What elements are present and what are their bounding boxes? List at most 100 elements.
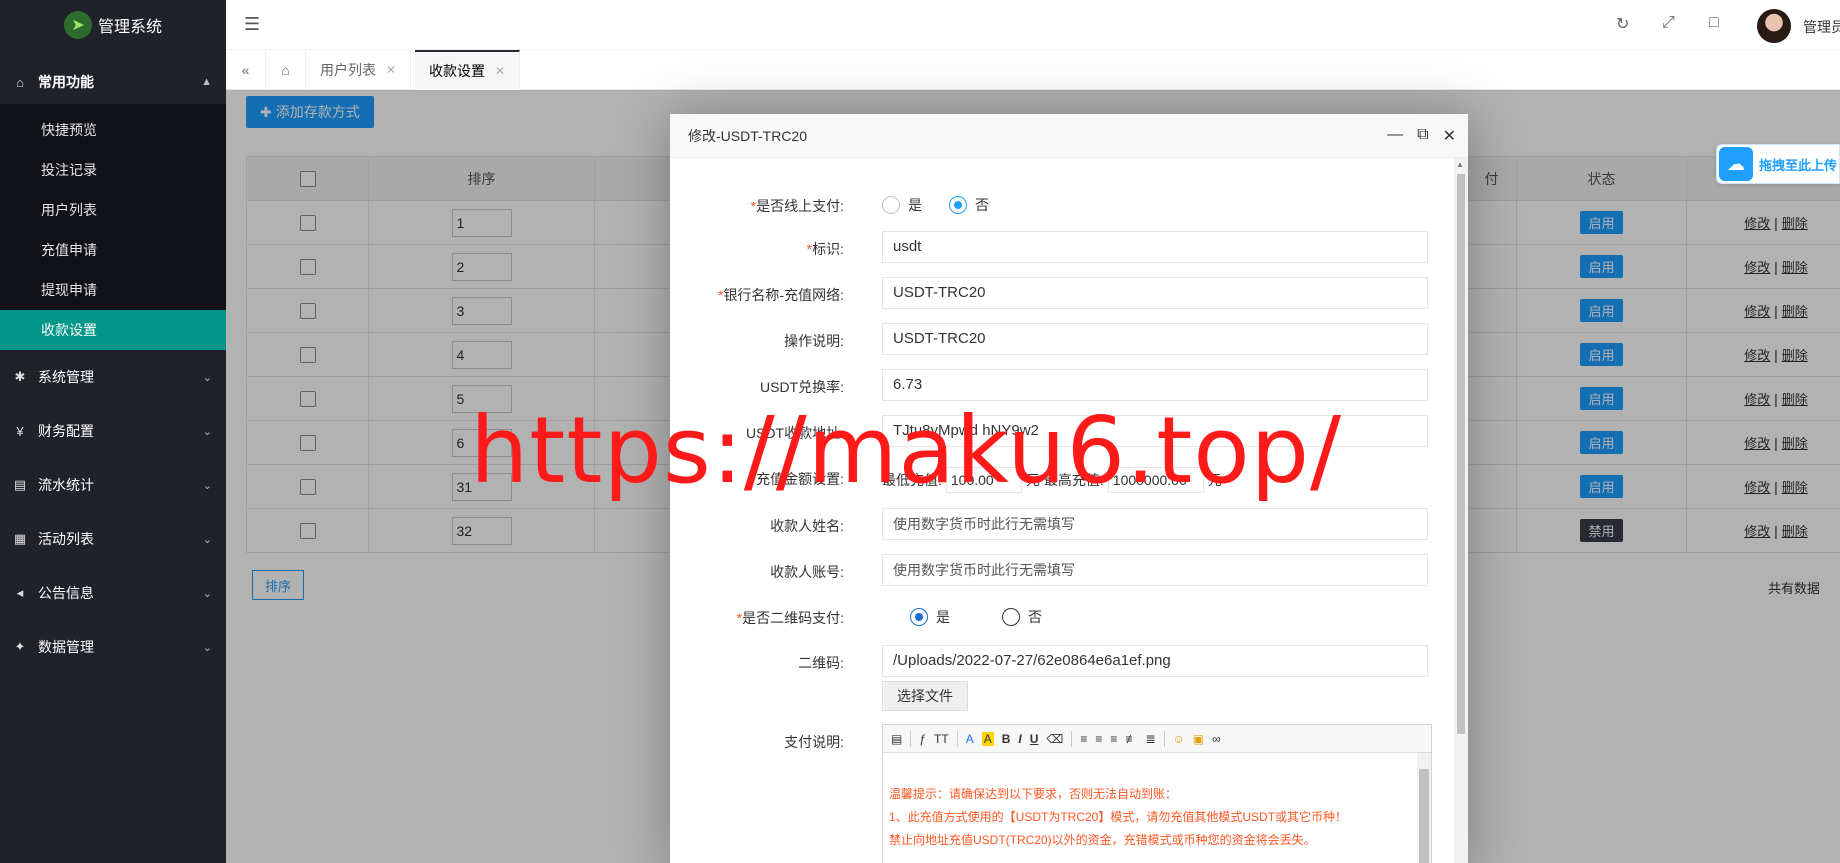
drag-upload-widget[interactable]: ☁ 拖拽至此上传 xyxy=(1716,144,1840,184)
underline-icon[interactable]: U xyxy=(1030,732,1039,746)
tab-user-list[interactable]: 用户列表 ✕ xyxy=(306,50,412,90)
close-icon[interactable]: ✕ xyxy=(386,63,396,77)
italic-icon[interactable]: I xyxy=(1018,732,1021,746)
menu-toggle-icon[interactable]: ☰ xyxy=(244,14,260,35)
radio-label: 是 xyxy=(908,197,922,213)
online-pay-yes-radio[interactable]: 是 xyxy=(882,195,922,215)
highlight-icon[interactable]: A xyxy=(981,731,994,746)
nav-group-stats[interactable]: ▤ 流水统计 ⌄ xyxy=(0,458,226,512)
image-icon[interactable]: ▣ xyxy=(1193,732,1204,746)
min-label: 最低充值: xyxy=(882,472,942,488)
close-icon[interactable]: ✕ xyxy=(1443,126,1456,146)
bold-icon[interactable]: B xyxy=(1002,732,1011,746)
nav-group-activities[interactable]: ▦ 活动列表 ⌄ xyxy=(0,512,226,566)
lock-icon[interactable]: □ xyxy=(1709,14,1719,32)
radio-circle-checked xyxy=(949,196,967,214)
editor-scrollbar[interactable] xyxy=(1417,753,1431,863)
sidebar-item-label: 快捷预览 xyxy=(41,122,97,138)
list-icon: ▤ xyxy=(13,477,27,492)
editor-scroll-thumb[interactable] xyxy=(1419,769,1429,863)
nav-group-notices[interactable]: ◂ 公告信息 ⌄ xyxy=(0,566,226,620)
fullscreen-icon[interactable]: ⤢ xyxy=(1662,14,1675,32)
tabs-scroll-left-icon[interactable]: « xyxy=(226,50,266,90)
bank-name-input[interactable]: USDT-TRC20 xyxy=(882,277,1428,309)
sidebar-item-bet-records[interactable]: 投注记录 xyxy=(0,150,226,190)
rich-text-editor[interactable]: ▤ ƒ TT A A B I U ⌫ ≡ ≡ ≡ ≢ ≣ ☺ ▣ ∞ 温馨提示：… xyxy=(882,724,1432,863)
editor-content[interactable]: 温馨提示：请确保达到以下要求，否则无法自动到账： 1、此充值方式使用的【USDT… xyxy=(883,753,1417,863)
qrcode-path-input[interactable]: /Uploads/2022-07-27/62e0864e6a1ef.png xyxy=(882,645,1428,677)
nav-group-label: 活动列表 xyxy=(38,531,94,547)
toolbar-separator xyxy=(910,730,912,747)
align-center-icon[interactable]: ≡ xyxy=(1095,732,1102,746)
home-tab-icon[interactable]: ⌂ xyxy=(266,50,306,90)
sidebar-item-recharge[interactable]: 充值申请 xyxy=(0,230,226,270)
unordered-list-icon[interactable]: ≣ xyxy=(1145,732,1155,746)
identifier-input[interactable]: usdt xyxy=(882,231,1428,263)
maximize-icon[interactable]: ⧉ xyxy=(1417,126,1428,146)
choose-file-button[interactable]: 选择文件 xyxy=(882,681,968,711)
tab-label: 用户列表 xyxy=(320,62,376,78)
username[interactable]: 管理员 xyxy=(1803,17,1840,37)
chevron-down-icon: ⌄ xyxy=(202,425,212,438)
emoji-icon[interactable]: ☺ xyxy=(1173,732,1185,746)
sidebar-item-quick-preview[interactable]: 快捷预览 xyxy=(0,110,226,150)
tab-payment-settings[interactable]: 收款设置 ✕ xyxy=(415,50,521,90)
rocket-icon: ➤ xyxy=(63,11,92,39)
qr-pay-yes-radio[interactable]: 是 xyxy=(910,607,950,627)
sidebar-item-user-list[interactable]: 用户列表 xyxy=(0,190,226,230)
sidebar-item-label: 提现申请 xyxy=(41,282,97,298)
source-icon[interactable]: ▤ xyxy=(891,732,902,746)
ordered-list-icon[interactable]: ≢ xyxy=(1125,732,1137,746)
data-icon: ✦ xyxy=(14,639,26,654)
align-right-icon[interactable]: ≡ xyxy=(1110,732,1117,746)
max-amount-input[interactable]: 1000000.00 xyxy=(1107,467,1204,493)
modal-header: 修改-USDT-TRC20 xyxy=(670,114,1468,158)
op-desc-input[interactable]: USDT-TRC20 xyxy=(882,323,1428,355)
edit-modal: 修改-USDT-TRC20 — ⧉ ✕ *是否线上支付: 是 否 *标识: us… xyxy=(670,114,1468,863)
payee-account-input[interactable]: 使用数字货币时此行无需填写 xyxy=(882,554,1428,586)
modal-scroll-thumb[interactable] xyxy=(1457,174,1465,734)
payee-name-input[interactable]: 使用数字货币时此行无需填写 xyxy=(882,508,1428,540)
online-pay-no-radio[interactable]: 否 xyxy=(949,195,989,215)
radio-label: 是 xyxy=(936,609,950,625)
modal-controls: — ⧉ ✕ xyxy=(1387,126,1456,146)
online-pay-row: *是否线上支付: 是 否 xyxy=(670,188,1454,220)
nav-group-finance[interactable]: ¥ 财务配置 ⌄ xyxy=(0,404,226,458)
subnav: 快捷预览 投注记录 用户列表 充值申请 提现申请 收款设置 xyxy=(0,104,226,350)
yen-icon: ¥ xyxy=(16,423,24,439)
app-logo[interactable]: ➤ 管理系统 xyxy=(0,0,226,50)
max-label: 最高充值: xyxy=(1043,472,1104,488)
refresh-icon[interactable]: ↻ xyxy=(1616,14,1629,34)
rate-label: USDT兑换率: xyxy=(760,379,844,395)
minimize-icon[interactable]: — xyxy=(1387,126,1403,146)
font-color-icon[interactable]: A xyxy=(966,732,974,746)
address-input[interactable]: TJtu8yMpwd hNY9w2 xyxy=(882,415,1428,447)
min-amount-input[interactable]: 100.00 xyxy=(945,467,1022,493)
chevron-down-icon: ⌄ xyxy=(202,533,212,546)
radio-circle xyxy=(882,196,900,214)
rate-input[interactable]: 6.73 xyxy=(882,369,1428,401)
eraser-icon[interactable]: ⌫ xyxy=(1046,732,1063,746)
identifier-row: *标识: usdt xyxy=(670,231,1454,263)
qr-pay-no-radio[interactable]: 否 xyxy=(1002,607,1042,627)
font-size-icon[interactable]: TT xyxy=(934,732,949,746)
modal-body: *是否线上支付: 是 否 *标识: usdt *银行名称-充值网络: USDT-… xyxy=(670,158,1454,863)
chevron-down-icon: ⌄ xyxy=(202,641,212,654)
modal-scrollbar[interactable]: ▲ xyxy=(1454,158,1468,863)
nav-group-data[interactable]: ✦ 数据管理 ⌄ xyxy=(0,620,226,674)
align-left-icon[interactable]: ≡ xyxy=(1080,732,1087,746)
nav-group-system[interactable]: ✱ 系统管理 ⌄ xyxy=(0,350,226,404)
sidebar-item-payment-settings[interactable]: 收款设置 xyxy=(0,310,226,350)
link-icon[interactable]: ∞ xyxy=(1212,732,1221,746)
nav-group-common[interactable]: ⌂ 常用功能 ▲ xyxy=(0,50,226,114)
close-icon[interactable]: ✕ xyxy=(495,64,505,78)
op-desc-label: 操作说明: xyxy=(784,333,844,349)
sidebar-item-withdraw[interactable]: 提现申请 xyxy=(0,270,226,310)
avatar[interactable] xyxy=(1757,9,1791,43)
nav-group-label: 流水统计 xyxy=(38,477,94,493)
top-bar: ☰ ↻ ⤢ □ 管理员 xyxy=(226,0,1840,50)
scroll-up-icon[interactable]: ▲ xyxy=(1456,160,1464,169)
sidebar-item-label: 用户列表 xyxy=(41,202,97,218)
font-family-icon[interactable]: ƒ xyxy=(919,732,926,746)
radio-circle xyxy=(1002,608,1020,626)
